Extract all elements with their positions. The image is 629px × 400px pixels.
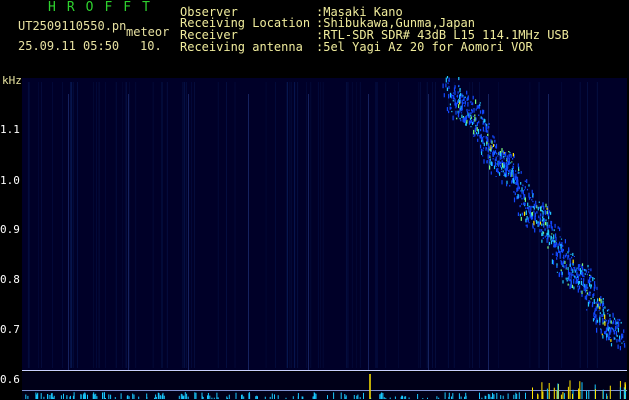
time-gridline <box>308 94 309 370</box>
time-gridline <box>188 94 189 370</box>
count-value: 10. <box>140 39 162 53</box>
antenna-value: :5el Yagi Az 20 for Aomori VOR <box>316 40 533 54</box>
unit-label: kHz <box>2 74 22 87</box>
y-tick-1-0: 1.0 <box>0 174 20 187</box>
time-gridline <box>68 94 69 370</box>
time-gridline <box>548 94 549 370</box>
time-gridline <box>128 94 129 370</box>
file-name: UT2509110550.pn <box>18 19 127 33</box>
y-tick-1-1: 1.1 <box>0 123 20 136</box>
event-kind: meteor <box>126 25 170 39</box>
time-gridline <box>488 94 489 370</box>
time-gridline <box>248 94 249 370</box>
y-tick-0-9: 0.9 <box>0 223 20 236</box>
antenna-label: Receiving antenna <box>180 40 303 54</box>
y-tick-0-7: 0.7 <box>0 323 20 336</box>
amplitude-strip <box>22 372 627 400</box>
time-gridline <box>368 94 369 370</box>
spectrogram <box>22 78 627 370</box>
y-tick-0-8: 0.8 <box>0 273 20 286</box>
time-gridline <box>428 94 429 370</box>
timestamp: 25.09.11 05:50 <box>18 39 120 53</box>
header: HROFFT UT2509110550.pn meteor 25.09.11 0… <box>0 0 629 74</box>
plot-divider-top <box>22 370 627 371</box>
y-tick-0-6: 0.6 <box>0 373 20 386</box>
plot-divider-bottom <box>22 390 627 391</box>
app-title: HROFFT <box>48 0 161 15</box>
